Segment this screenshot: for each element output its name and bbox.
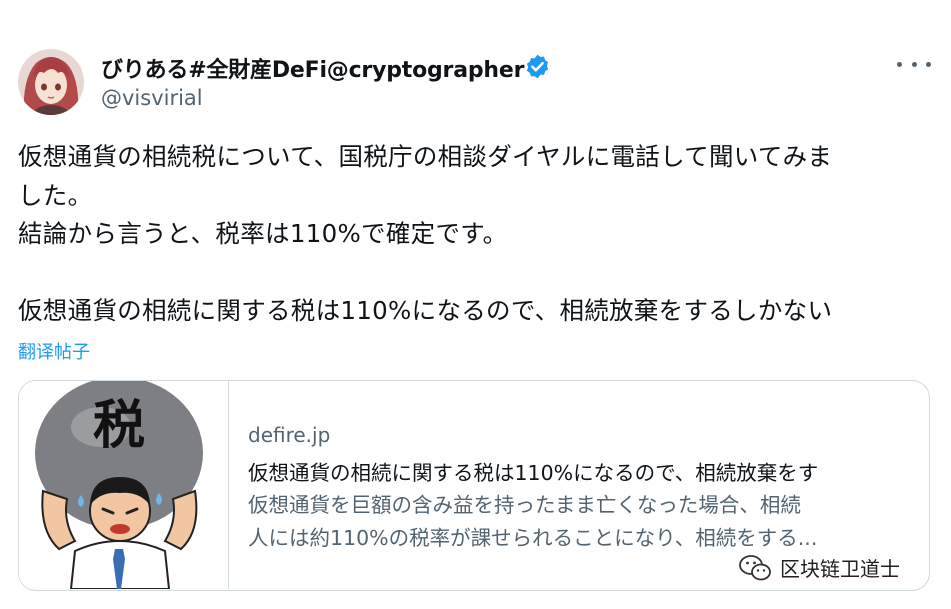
- more-dot: [926, 61, 931, 67]
- card-thumbnail: 税: [19, 381, 229, 589]
- card-title: 仮想通貨の相続に関する税は110%になるので、相続放棄をす: [248, 461, 819, 485]
- tweet-text-line: 仮想通貨の相続税について、国税庁の相談ダイヤルに電話して聞いてみま: [18, 142, 833, 171]
- tweet-text-line: 結論から言うと、税率は110%で確定です。: [18, 219, 508, 248]
- watermark: 区块链卫道士: [738, 553, 900, 582]
- tax-burden-illustration: 税: [19, 381, 228, 589]
- card-description: 仮想通貨を巨額の含み益を持ったまま亡くなった場合、相続 人には約110%の税率が…: [248, 489, 918, 555]
- card-image-label: 税: [93, 396, 145, 456]
- wechat-icon: [739, 554, 771, 580]
- anime-avatar-icon: [18, 49, 84, 115]
- verified-badge-icon: [524, 53, 551, 80]
- more-dot: [911, 61, 917, 67]
- avatar[interactable]: [18, 49, 84, 115]
- tweet-text-line: 仮想通貨の相続に関する税は110%になるので、相続放棄をするしかない: [18, 296, 833, 325]
- more-horizontal-icon[interactable]: [897, 52, 931, 76]
- more-dot: [897, 61, 902, 67]
- tweet-text-line: した。: [18, 180, 93, 210]
- tweet-text: 仮想通貨の相続税について、国税庁の相談ダイヤルに電話して聞いてみま した。 結論…: [18, 138, 938, 331]
- watermark-text: 区块链卫道士: [780, 557, 900, 581]
- user-handle[interactable]: @visvirial: [101, 86, 203, 110]
- card-description-line: 人には約110%の税率が課せられることになり、相続をする...: [248, 526, 818, 550]
- card-description-line: 仮想通貨を巨額の含み益を持ったまま亡くなった場合、相続: [248, 493, 801, 517]
- display-name[interactable]: びりある#全財産DeFi@cryptographer: [101, 52, 524, 84]
- tweet-text-line: [18, 254, 938, 293]
- card-domain: defire.jp: [248, 423, 331, 447]
- translate-post-link[interactable]: 翻译帖子: [18, 338, 90, 364]
